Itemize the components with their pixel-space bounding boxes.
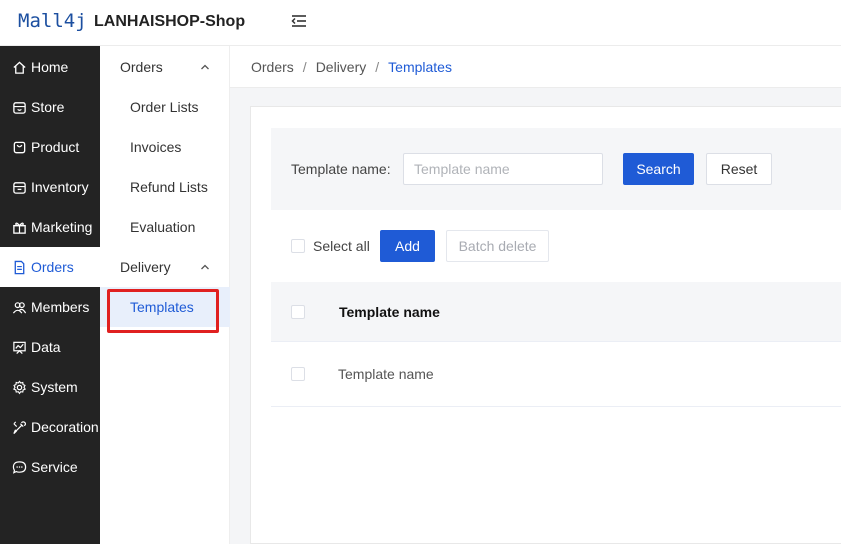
row-checkbox[interactable] <box>291 367 305 381</box>
document-icon <box>14 260 25 274</box>
sidebar-item-system[interactable]: System <box>0 367 100 407</box>
chart-icon <box>13 341 26 354</box>
sidebar-item-service[interactable]: Service <box>0 447 100 487</box>
submenu-group-delivery[interactable]: Delivery <box>100 247 230 287</box>
sidebar-item-inventory[interactable]: Inventory <box>0 167 100 207</box>
template-name-input[interactable] <box>403 153 603 185</box>
members-icon <box>12 301 27 314</box>
batch-delete-button[interactable]: Batch delete <box>446 230 549 262</box>
submenu-item-label: Invoices <box>130 139 182 155</box>
submenu-group-orders[interactable]: Orders <box>100 47 230 87</box>
sidebar-item-label: Orders <box>31 259 74 275</box>
breadcrumb-current: Templates <box>388 58 452 75</box>
menu-collapse-icon[interactable] <box>290 12 308 30</box>
sidebar-item-product[interactable]: Product <box>0 127 100 167</box>
column-header-template-name: Template name <box>339 304 440 320</box>
sidebar-item-decoration[interactable]: Decoration <box>0 407 100 447</box>
sidebar-item-label: Marketing <box>31 219 93 235</box>
sidebar-item-label: Decoration <box>31 419 99 435</box>
search-label: Template name: <box>291 161 391 177</box>
breadcrumb-item[interactable]: Delivery <box>316 59 367 75</box>
breadcrumb: Orders / Delivery / Templates <box>230 46 841 88</box>
add-button[interactable]: Add <box>380 230 435 262</box>
table-cell-template-name: Template name <box>338 366 434 382</box>
chat-icon <box>12 460 27 474</box>
chevron-up-icon <box>201 64 209 70</box>
logo: Mall4j <box>18 10 87 32</box>
sidebar-item-label: Members <box>31 299 90 315</box>
submenu-item-label: Order Lists <box>130 99 199 115</box>
submenu-group-label: Delivery <box>120 259 171 275</box>
main-sidebar: Home Store Product Inventory Marketing O… <box>0 46 100 544</box>
submenu-item-evaluation[interactable]: Evaluation <box>100 207 230 247</box>
sidebar-item-marketing[interactable]: Marketing <box>0 207 100 247</box>
submenu-item-label: Templates <box>130 299 194 315</box>
search-button[interactable]: Search <box>623 153 694 185</box>
sidebar-item-members[interactable]: Members <box>0 287 100 327</box>
sidebar-item-label: Inventory <box>31 179 89 195</box>
inventory-icon <box>13 181 26 194</box>
sidebar-item-label: Home <box>31 59 69 75</box>
select-all-checkbox[interactable] <box>291 239 305 253</box>
submenu-item-order-lists[interactable]: Order Lists <box>100 87 230 127</box>
gear-icon <box>13 379 26 394</box>
submenu-item-label: Refund Lists <box>130 179 208 195</box>
home-icon <box>13 60 26 74</box>
sidebar-item-home[interactable]: Home <box>0 47 100 87</box>
chevron-up-icon <box>201 264 209 270</box>
breadcrumb-item[interactable]: Orders <box>251 59 294 75</box>
sidebar-item-label: Data <box>31 339 61 355</box>
gift-icon <box>13 222 26 234</box>
shop-name: LANHAISHOP-Shop <box>94 13 246 30</box>
sidebar-item-label: Service <box>31 459 78 475</box>
brush-icon <box>13 420 27 434</box>
submenu-item-refund-lists[interactable]: Refund Lists <box>100 167 230 207</box>
select-all-label[interactable]: Select all <box>313 238 370 254</box>
breadcrumb-separator: / <box>375 58 380 75</box>
submenu-item-invoices[interactable]: Invoices <box>100 127 230 167</box>
product-icon <box>13 141 26 153</box>
secondary-menu: Orders Order Lists Invoices Refund Lists… <box>100 46 230 544</box>
sidebar-item-label: Store <box>31 99 65 115</box>
sidebar-item-label: Product <box>31 139 80 155</box>
sidebar-item-data[interactable]: Data <box>0 327 100 367</box>
sidebar-item-orders[interactable]: Orders <box>0 247 100 287</box>
store-icon <box>13 101 26 114</box>
top-header: Mall4j LANHAISHOP-Shop <box>0 0 841 46</box>
breadcrumb-separator: / <box>302 58 307 75</box>
submenu-group-label: Orders <box>120 59 163 75</box>
reset-button[interactable]: Reset <box>706 153 772 185</box>
submenu-item-label: Evaluation <box>130 219 196 235</box>
header-checkbox[interactable] <box>291 305 305 319</box>
submenu-item-templates[interactable]: Templates <box>100 287 230 327</box>
sidebar-item-label: System <box>31 379 78 395</box>
sidebar-item-store[interactable]: Store <box>0 87 100 127</box>
